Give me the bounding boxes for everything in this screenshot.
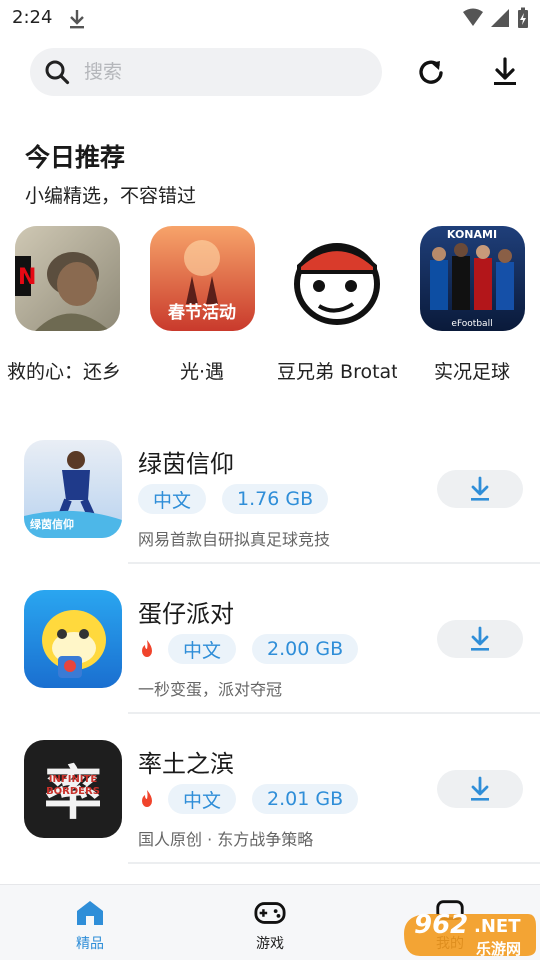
tab-featured[interactable]: 精品 [40, 885, 140, 960]
search-bar[interactable] [30, 48, 382, 96]
download-icon [471, 626, 489, 651]
list-item[interactable]: 蛋仔派对 中文 2.00 GB 一秒变蛋，派对夺冠 [0, 564, 540, 714]
refresh-button[interactable] [414, 55, 448, 89]
app-icon: 绿茵信仰 [24, 440, 122, 538]
app-icon: 率 INFINITE BORDERS [24, 740, 122, 838]
app-tags: 中文 2.00 GB [138, 634, 359, 664]
carousel-item[interactable]: 春节活动 光·遇 [142, 226, 262, 384]
app-icon: KONAMI eFootball [419, 226, 525, 331]
app-description: 网易首款自研拟真足球竞技 [138, 530, 331, 549]
site-watermark: 962 .NET 乐游网 [400, 908, 540, 960]
svg-text:N: N [18, 265, 36, 290]
size-badge: 2.01 GB [252, 784, 359, 814]
search-input[interactable] [84, 61, 344, 83]
app-icon-subtext: INFINITE BORDERS [46, 774, 100, 797]
downloads-button[interactable] [488, 55, 522, 89]
carousel-label: 豆兄弟 Brotat [277, 361, 397, 383]
download-icon [471, 476, 489, 501]
app-icon: 春节活动 [149, 226, 255, 331]
carousel-label: 救的心：还乡 [7, 361, 122, 383]
download-status-icon [70, 10, 84, 29]
carousel-item[interactable]: N 救的心：还乡 [7, 226, 127, 384]
watermark-net: .NET [474, 916, 521, 937]
app-icon [284, 226, 390, 331]
app-name: 蛋仔派对 [138, 600, 234, 628]
hot-fire-icon [142, 790, 152, 807]
carousel-label: 实况足球 [433, 361, 510, 383]
app-description: 一秒变蛋，派对夺冠 [138, 680, 283, 699]
download-button[interactable] [437, 620, 523, 658]
tab-label: 游戏 [256, 936, 284, 952]
status-indicators [462, 7, 530, 29]
app-icon [24, 590, 122, 688]
app-tags: 中文 1.76 GB [138, 484, 329, 514]
language-badge: 中文 [168, 634, 237, 664]
search-icon [45, 60, 70, 85]
list-item[interactable]: 绿茵信仰 绿茵信仰 中文 1.76 GB 网易首款自研拟真足球竞技 [0, 414, 540, 564]
watermark-number: 962 [414, 910, 469, 940]
status-time: 2:24 [12, 7, 53, 28]
recommend-carousel[interactable]: N 救的心：还乡 春节活动 光·遇 豆兄弟 Brotat KONAMI eFoo… [0, 226, 540, 396]
status-bar: 2:24 [0, 0, 540, 36]
app-name: 率土之滨 [138, 750, 234, 778]
list-item[interactable]: 率 INFINITE BORDERS 率土之滨 中文 2.01 GB 国人原创 … [0, 714, 540, 864]
watermark-site: 乐游网 [476, 940, 522, 958]
refresh-icon [419, 60, 443, 84]
size-badge: 1.76 GB [222, 484, 329, 514]
size-badge: 2.00 GB [252, 634, 359, 664]
carousel-label: 光·遇 [179, 361, 225, 383]
tab-label: 精品 [76, 936, 104, 952]
battery-icon [518, 7, 528, 28]
download-icon [494, 57, 516, 85]
language-badge: 中文 [168, 784, 237, 814]
carousel-item[interactable]: 豆兄弟 Brotat [277, 226, 397, 384]
home-icon [74, 897, 106, 929]
wifi-icon [463, 8, 483, 26]
download-button[interactable] [437, 470, 523, 508]
app-icon-text: 春节活动 [168, 303, 236, 323]
language-badge: 中文 [138, 484, 207, 514]
section-title: 今日推荐 [25, 143, 126, 172]
app-name: 绿茵信仰 [138, 450, 234, 478]
app-description: 国人原创 · 东方战争策略 [138, 830, 314, 849]
download-button[interactable] [437, 770, 523, 808]
divider [128, 862, 540, 864]
app-icon-subtext: eFootball [451, 319, 493, 329]
download-icon [471, 776, 489, 801]
section-subtitle: 小编精选，不容错过 [25, 185, 197, 207]
tab-games[interactable]: 游戏 [220, 885, 320, 960]
hot-fire-icon [142, 640, 152, 657]
app-tags: 中文 2.01 GB [138, 784, 359, 814]
app-icon: N [15, 226, 120, 331]
gamepad-icon [254, 897, 286, 929]
carousel-item[interactable]: KONAMI eFootball 实况足球 [412, 226, 532, 384]
signal-icon [491, 9, 509, 27]
app-icon-text: 绿茵信仰 [30, 518, 74, 531]
app-icon-text: KONAMI [446, 228, 498, 241]
